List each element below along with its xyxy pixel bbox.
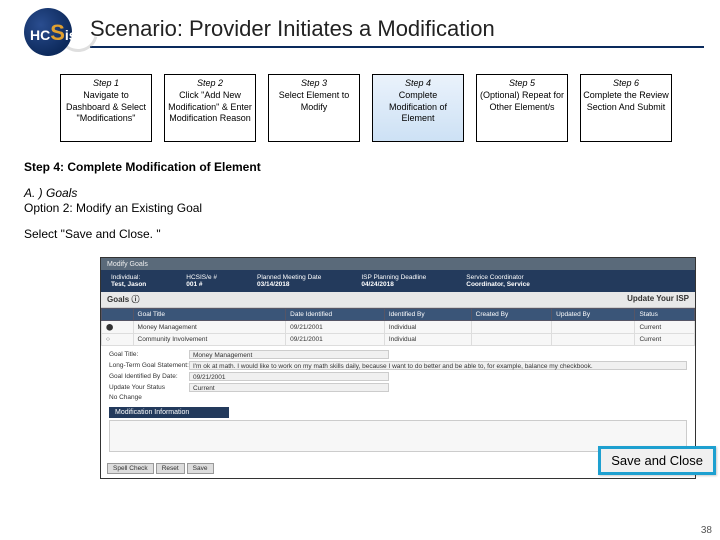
page-title: Scenario: Provider Initiates a Modificat… <box>90 16 704 48</box>
logo-text-s: S <box>50 20 65 45</box>
ss-fields: Goal Title:Money Management Long-Term Go… <box>101 346 695 456</box>
logo-text-is: is <box>65 27 77 43</box>
option-line: Option 2: Modify an Existing Goal <box>24 201 696 215</box>
ss-navbar: Individual:Test, Jason HCSIS/e #001 # Pl… <box>101 270 695 292</box>
ss-bottom-buttons: Spell Check Reset Save <box>107 463 214 474</box>
table-row[interactable]: ⬤ Money Management 09/21/2001 Individual… <box>102 321 695 334</box>
save-button[interactable]: Save <box>187 463 214 474</box>
save-and-close-callout[interactable]: Save and Close <box>598 446 716 475</box>
step-1: Step 1Navigate to Dashboard & Select "Mo… <box>60 74 152 142</box>
step-4-heading: Step 4: Complete Modification of Element <box>24 160 696 174</box>
step-4-active: Step 4Complete Modification of Element <box>372 74 464 142</box>
ss-goals-table: Goal Title Date Identified Identified By… <box>101 308 695 346</box>
steps-row: Step 1Navigate to Dashboard & Select "Mo… <box>0 60 720 142</box>
hcsis-logo: HCSis <box>16 8 86 56</box>
body-text: Step 4: Complete Modification of Element… <box>0 142 720 257</box>
ss-section-header: Goals ⓘ Update Your ISP <box>101 292 695 308</box>
spell-check-button[interactable]: Spell Check <box>107 463 154 474</box>
step-6: Step 6Complete the Review Section And Su… <box>580 74 672 142</box>
page-number: 38 <box>701 525 712 536</box>
ss-titlebar: Modify Goals <box>101 258 695 270</box>
step-5: Step 5(Optional) Repeat for Other Elemen… <box>476 74 568 142</box>
instruction-line: Select "Save and Close. " <box>24 227 696 241</box>
logo-text-hc: HC <box>30 27 50 43</box>
goals-subheading: A. ) Goals <box>24 186 696 200</box>
reset-button[interactable]: Reset <box>156 463 185 474</box>
ss-modinfo-header: Modification Information <box>109 407 229 418</box>
step-2: Step 2Click "Add New Modification" & Ent… <box>164 74 256 142</box>
step-3: Step 3Select Element to Modify <box>268 74 360 142</box>
table-row[interactable]: ○ Community Involvement 09/21/2001 Indiv… <box>102 334 695 346</box>
